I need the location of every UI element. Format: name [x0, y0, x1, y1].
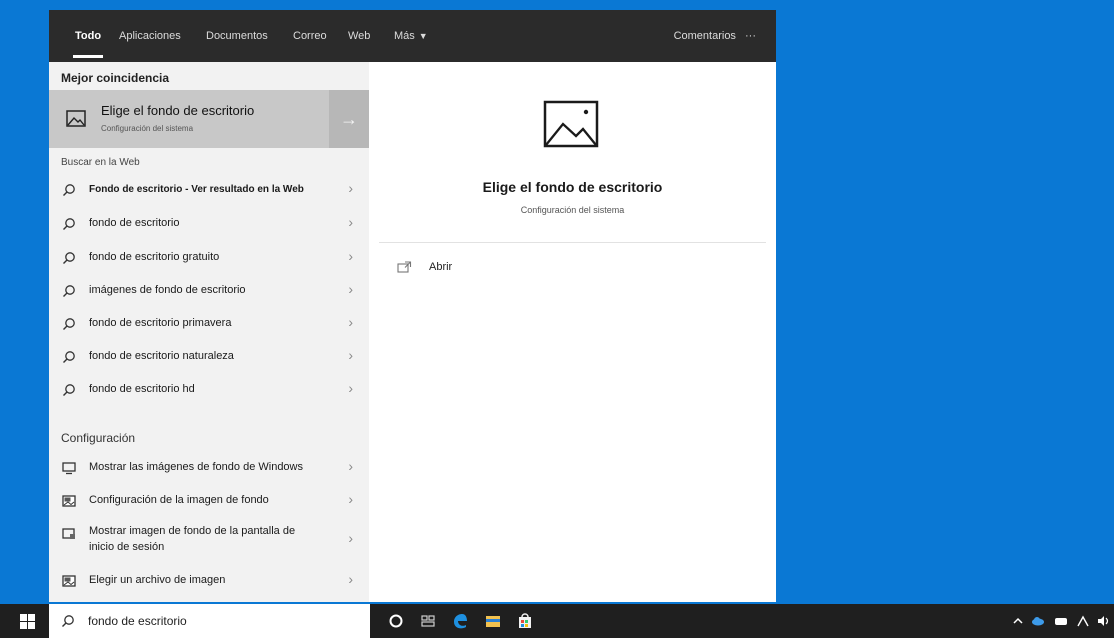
web-result-0[interactable]: Fondo de escritorio - Ver resultado en l… — [49, 173, 369, 206]
web-result-label: fondo de escritorio gratuito — [89, 251, 220, 263]
tab-aplicaciones[interactable]: Aplicaciones — [119, 30, 181, 42]
cortana-icon[interactable] — [386, 611, 406, 631]
web-result-label: fondo de escritorio hd — [89, 383, 195, 395]
open-action[interactable]: Abrir — [397, 260, 477, 278]
network-icon[interactable] — [1076, 614, 1090, 628]
settings-result-label: Elegir un archivo de imagen — [89, 574, 226, 586]
web-result-label: fondo de escritorio primavera — [89, 317, 232, 329]
feedback-label: Comentarios — [673, 30, 736, 42]
file-explorer-icon[interactable] — [483, 611, 503, 631]
best-match-item[interactable]: Elige el fondo de escritorio Configuraci… — [49, 90, 369, 148]
open-icon — [397, 261, 412, 273]
store-icon[interactable] — [515, 611, 535, 631]
search-icon — [63, 252, 75, 264]
tab-web[interactable]: Web — [348, 30, 370, 42]
preview-pane: Elige el fondo de escritorio Configuraci… — [369, 62, 776, 602]
settings-result-label: Mostrar imagen de fondo de la pantalla d… — [89, 525, 296, 553]
chevron-right-icon: › — [348, 281, 353, 297]
search-icon — [63, 318, 75, 330]
web-result-1[interactable]: fondo de escritorio › — [49, 207, 369, 240]
settings-result-1[interactable]: Configuración de la imagen de fondo › — [49, 484, 369, 517]
results-list: Mejor coincidencia Elige el fondo de esc… — [49, 62, 369, 602]
chevron-right-icon: › — [348, 530, 353, 546]
preview-subtitle: Configuración del sistema — [520, 205, 625, 215]
web-result-5[interactable]: fondo de escritorio naturaleza › — [49, 340, 369, 373]
chevron-right-icon: › — [348, 380, 353, 396]
taskbar-search-box[interactable]: fondo de escritorio — [49, 604, 370, 638]
chevron-right-icon: › — [348, 491, 353, 507]
chevron-right-icon: › — [348, 314, 353, 330]
feedback-link[interactable]: Comentarios ··· — [674, 30, 756, 42]
chevron-up-icon[interactable] — [1012, 614, 1024, 628]
taskbar: fondo de escritorio — [0, 604, 1114, 638]
search-icon — [63, 285, 75, 297]
search-icon — [62, 615, 74, 627]
chevron-right-icon: › — [348, 347, 353, 363]
chevron-right-icon: › — [348, 571, 353, 587]
task-view-icon[interactable] — [418, 611, 438, 631]
settings-result-2[interactable]: Mostrar imagen de fondo de la pantalla d… — [49, 517, 369, 561]
web-result-3[interactable]: imágenes de fondo de escritorio › — [49, 274, 369, 307]
web-result-4[interactable]: fondo de escritorio primavera › — [49, 307, 369, 340]
chevron-right-icon: › — [348, 214, 353, 230]
web-result-label: imágenes de fondo de escritorio — [89, 284, 246, 296]
open-preview-arrow-icon[interactable]: → — [329, 90, 369, 148]
lock-screen-icon — [62, 528, 75, 539]
search-filter-bar: Todo Aplicaciones Documentos Correo Web … — [49, 10, 776, 62]
open-label: Abrir — [429, 261, 453, 273]
chevron-right-icon: › — [348, 248, 353, 264]
settings-result-0[interactable]: Mostrar las imágenes de fondo de Windows… — [49, 451, 369, 484]
caret-down-icon: ▼ — [418, 31, 428, 41]
web-result-6[interactable]: fondo de escritorio hd › — [49, 373, 369, 406]
edge-browser-icon[interactable] — [450, 611, 470, 631]
best-match-subtitle: Configuración del sistema — [101, 124, 194, 133]
picture-settings-icon — [62, 495, 76, 507]
settings-result-3[interactable]: Elegir un archivo de imagen › — [49, 564, 369, 597]
search-icon — [63, 351, 75, 363]
web-result-label: fondo de escritorio — [89, 217, 180, 229]
chevron-right-icon: › — [348, 458, 353, 474]
search-icon — [63, 218, 75, 230]
search-input[interactable]: fondo de escritorio — [88, 614, 187, 628]
picture-settings-icon — [62, 575, 76, 587]
windows-start-icon[interactable] — [20, 614, 35, 629]
onedrive-icon[interactable] — [1030, 614, 1046, 628]
picture-icon — [66, 110, 86, 127]
search-icon — [63, 184, 75, 196]
web-result-label: fondo de escritorio naturaleza — [89, 350, 234, 362]
search-icon — [63, 384, 75, 396]
section-settings: Configuración — [61, 431, 136, 445]
web-result-label: Fondo de escritorio - Ver resultado en l… — [89, 184, 304, 195]
tab-mas-label: Más — [394, 30, 415, 42]
web-result-2[interactable]: fondo de escritorio gratuito › — [49, 241, 369, 274]
section-best-match: Mejor coincidencia — [61, 71, 170, 85]
chevron-right-icon: › — [348, 180, 353, 196]
settings-result-label: Configuración de la imagen de fondo — [89, 494, 269, 506]
tab-mas[interactable]: Más ▼ — [394, 30, 428, 42]
device-icon[interactable] — [1053, 614, 1069, 628]
section-web: Buscar en la Web — [61, 157, 140, 168]
tab-documentos[interactable]: Documentos — [206, 30, 268, 42]
tab-correo[interactable]: Correo — [293, 30, 327, 42]
tab-todo[interactable]: Todo — [72, 30, 104, 58]
search-panel: Todo Aplicaciones Documentos Correo Web … — [49, 10, 776, 602]
volume-icon[interactable] — [1096, 614, 1110, 628]
more-options-icon[interactable]: ··· — [745, 30, 756, 42]
settings-result-label: Mostrar las imágenes de fondo de Windows — [89, 461, 303, 473]
divider — [379, 242, 766, 243]
monitor-icon — [62, 462, 76, 475]
picture-icon — [543, 100, 599, 148]
best-match-title: Elige el fondo de escritorio — [101, 103, 255, 118]
preview-title: Elige el fondo de escritorio — [482, 179, 663, 195]
